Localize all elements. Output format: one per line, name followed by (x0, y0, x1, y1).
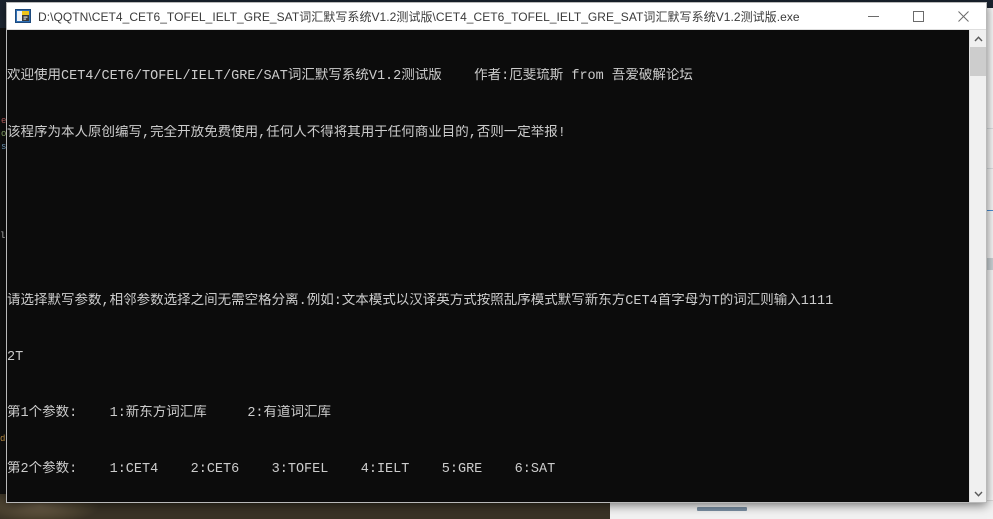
close-button[interactable] (941, 3, 986, 29)
close-icon (958, 10, 969, 22)
console-line: 欢迎使用CET4/CET6/TOFEL/IELT/GRE/SAT词汇默写系统V1… (7, 69, 693, 85)
chevron-up-icon (973, 35, 983, 41)
app-exe-icon (15, 8, 31, 24)
console-line: 请选择默写参数,相邻参数选择之间无需空格分离.例如:文本模式以汉译英方式按照乱序… (7, 293, 834, 309)
scroll-down-button[interactable] (970, 485, 986, 502)
screen: e o s ls da D:\QQTN\CET4_CET6_TOFEL_IELT… (0, 0, 993, 519)
scrollbar-thumb[interactable] (970, 47, 986, 76)
console-line-param-1: 第1个参数: 1:新东方词汇库 2:有道词汇库 (7, 405, 332, 421)
console-line-blank (7, 237, 969, 256)
minimize-button[interactable] (851, 3, 896, 29)
console-output-area[interactable]: 欢迎使用CET4/CET6/TOFEL/IELT/GRE/SAT词汇默写系统V1… (7, 30, 986, 502)
console-line: 该程序为本人原创编写,完全开放免费使用,任何人不得将其用于任何商业目的,否则一定… (7, 125, 566, 141)
console-line: 2T (7, 349, 24, 365)
console-window: D:\QQTN\CET4_CET6_TOFEL_IELT_GRE_SAT词汇默写… (6, 2, 987, 503)
window-title: D:\QQTN\CET4_CET6_TOFEL_IELT_GRE_SAT词汇默写… (38, 9, 800, 24)
maximize-icon (913, 10, 924, 22)
scrollbar-track[interactable] (970, 76, 986, 485)
minimize-icon (868, 15, 879, 17)
console-text: 欢迎使用CET4/CET6/TOFEL/IELT/GRE/SAT词汇默写系统V1… (7, 30, 969, 502)
background-panel-divider (697, 507, 747, 511)
title-bar[interactable]: D:\QQTN\CET4_CET6_TOFEL_IELT_GRE_SAT词汇默写… (7, 3, 986, 30)
console-line-param-2: 第2个参数: 1:CET4 2:CET6 3:TOFEL 4:IELT 5:GR… (7, 462, 556, 478)
chevron-down-icon (973, 491, 983, 497)
maximize-button[interactable] (896, 3, 941, 29)
console-line-blank (7, 181, 969, 200)
scroll-up-button[interactable] (970, 30, 986, 47)
vertical-scrollbar[interactable] (969, 30, 986, 502)
